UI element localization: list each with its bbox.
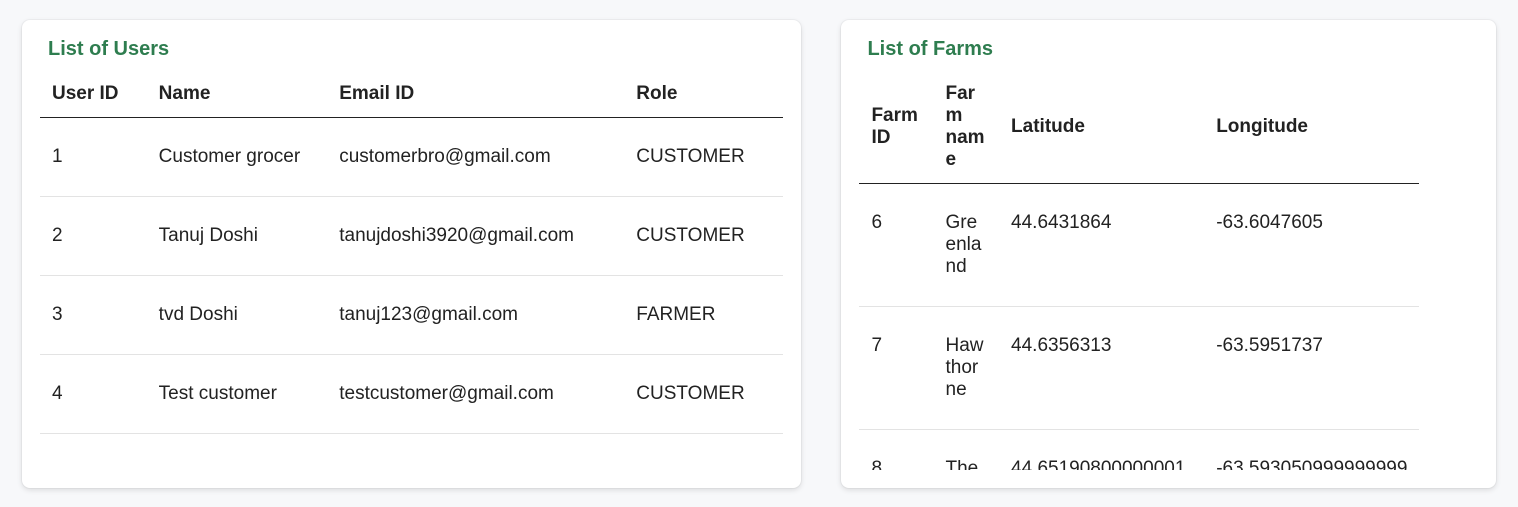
farm-name-cell: Greenland	[934, 184, 1000, 307]
farm-lon-cell: -63.5951737	[1204, 307, 1419, 430]
farm-lat-cell: 44.6356313	[999, 307, 1204, 430]
farms-th-lat: Latitude	[999, 73, 1204, 184]
farms-th-lon: Longitude	[1204, 73, 1419, 184]
users-th-role: Role	[624, 73, 783, 118]
farms-table: Farm ID Farm name Latitude Longitude 6 G…	[859, 73, 1419, 470]
user-email-cell: tanujdoshi3920@gmail.com	[327, 197, 624, 276]
user-email-cell: testcustomer@gmail.com	[327, 355, 624, 434]
table-row: 2 Tanuj Doshi tanujdoshi3920@gmail.com C…	[40, 197, 783, 276]
farm-lon-cell: -63.593050999999999	[1204, 430, 1419, 471]
user-name-cell: Tanuj Doshi	[147, 197, 328, 276]
users-table: User ID Name Email ID Role 1 Customer gr…	[40, 73, 783, 434]
farms-card: List of Farms Farm ID Farm name Latitude…	[841, 20, 1496, 488]
user-role-cell: CUSTOMER	[624, 197, 783, 276]
user-name-cell: Test customer	[147, 355, 328, 434]
farm-name-cell: The Lo Farm	[934, 430, 1000, 471]
user-role-cell: CUSTOMER	[624, 355, 783, 434]
farms-th-id: Farm ID	[859, 73, 933, 184]
dashboard-two-column: List of Users User ID Name Email ID Role…	[0, 0, 1518, 507]
farm-lat-cell: 44.65190800000001	[999, 430, 1204, 471]
farm-lon-cell: -63.6047605	[1204, 184, 1419, 307]
user-email-cell: tanuj123@gmail.com	[327, 276, 624, 355]
user-id-cell: 1	[40, 118, 147, 197]
farms-table-scroll[interactable]: Farm ID Farm name Latitude Longitude 6 G…	[859, 73, 1478, 470]
user-email-cell: customerbro@gmail.com	[327, 118, 624, 197]
user-id-cell: 3	[40, 276, 147, 355]
user-role-cell: FARMER	[624, 276, 783, 355]
table-row: 8 The Lo Farm 44.65190800000001 -63.5930…	[859, 430, 1419, 471]
table-row: 3 tvd Doshi tanuj123@gmail.com FARMER	[40, 276, 783, 355]
table-row: 7 Hawthorne 44.6356313 -63.5951737	[859, 307, 1419, 430]
users-card-title: List of Users	[40, 38, 783, 61]
farm-id-cell: 6	[859, 184, 933, 307]
user-name-cell: Customer grocer	[147, 118, 328, 197]
user-name-cell: tvd Doshi	[147, 276, 328, 355]
users-card: List of Users User ID Name Email ID Role…	[22, 20, 801, 488]
table-row: 4 Test customer testcustomer@gmail.com C…	[40, 355, 783, 434]
farms-th-name: Farm name	[934, 73, 1000, 184]
table-row: 6 Greenland 44.6431864 -63.6047605	[859, 184, 1419, 307]
users-th-email: Email ID	[327, 73, 624, 118]
farms-card-title: List of Farms	[859, 38, 1478, 61]
user-id-cell: 2	[40, 197, 147, 276]
user-role-cell: CUSTOMER	[624, 118, 783, 197]
users-table-scroll[interactable]: User ID Name Email ID Role 1 Customer gr…	[40, 73, 783, 470]
user-id-cell: 4	[40, 355, 147, 434]
users-th-name: Name	[147, 73, 328, 118]
farm-name-cell: Hawthorne	[934, 307, 1000, 430]
farm-id-cell: 8	[859, 430, 933, 471]
table-row: 1 Customer grocer customerbro@gmail.com …	[40, 118, 783, 197]
farm-lat-cell: 44.6431864	[999, 184, 1204, 307]
farms-table-header-row: Farm ID Farm name Latitude Longitude	[859, 73, 1419, 184]
users-th-id: User ID	[40, 73, 147, 118]
farm-id-cell: 7	[859, 307, 933, 430]
users-table-header-row: User ID Name Email ID Role	[40, 73, 783, 118]
